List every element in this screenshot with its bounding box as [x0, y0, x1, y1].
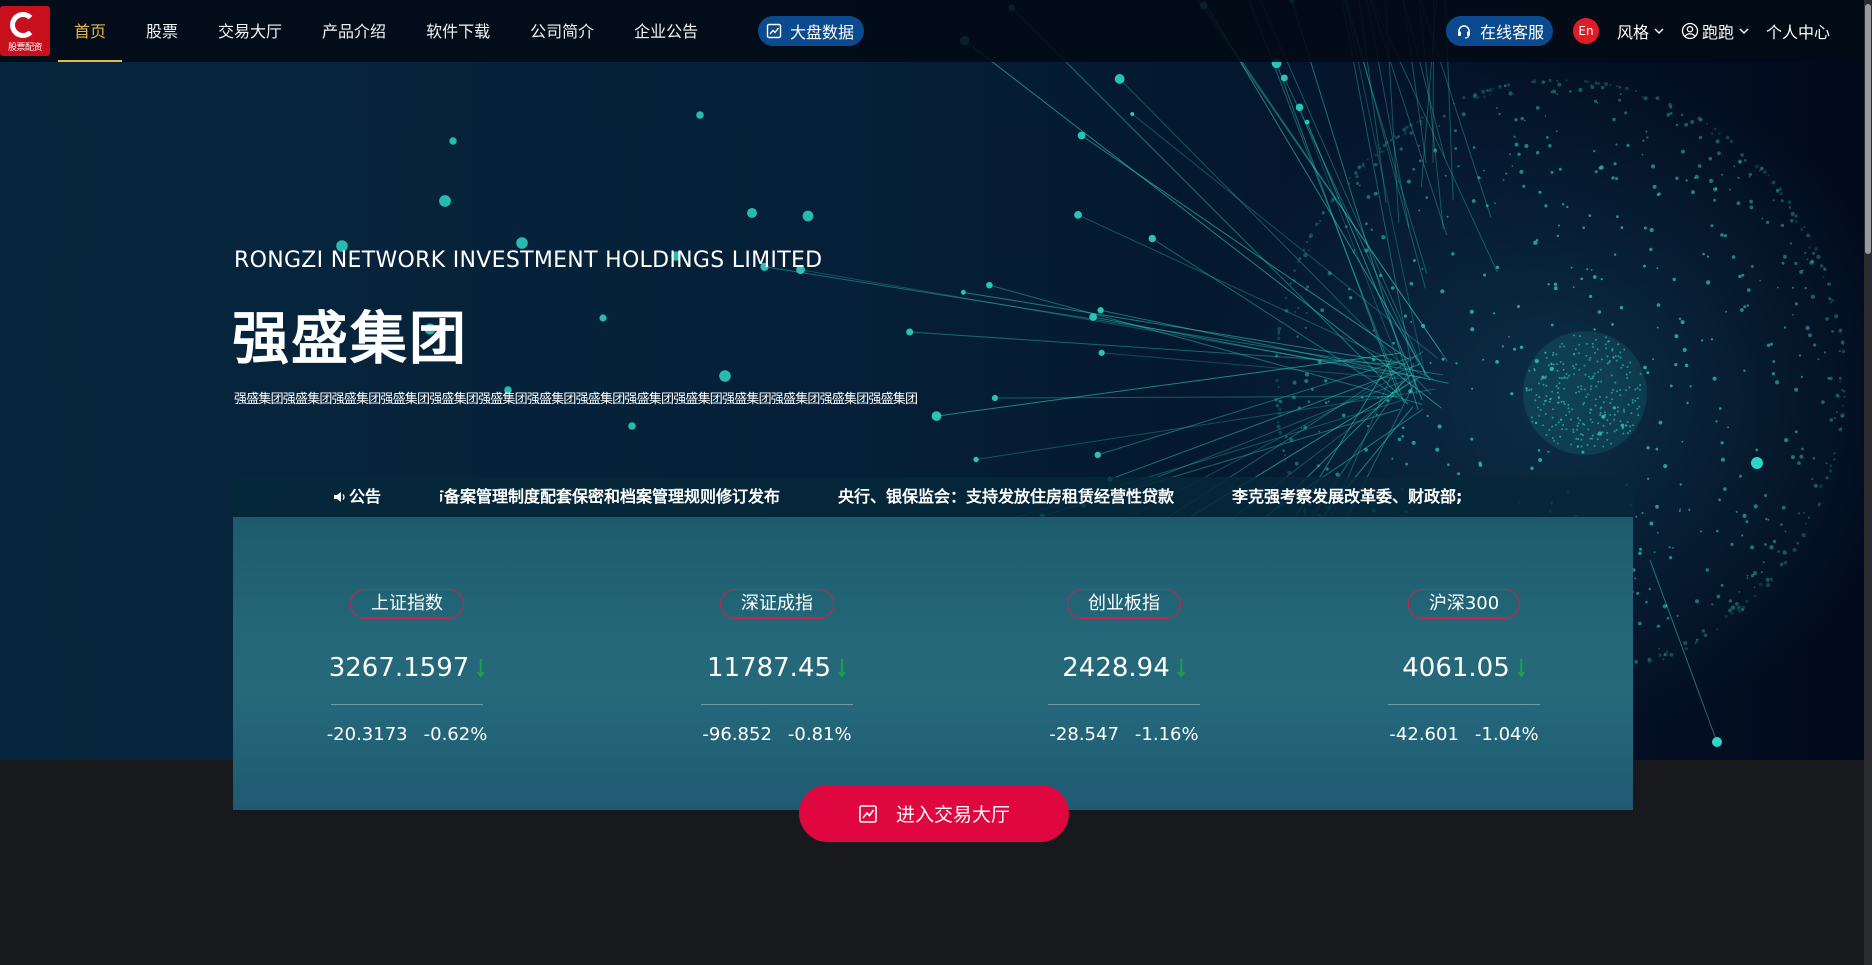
- arrow-down-icon: [1516, 659, 1525, 678]
- online-service-label: 在线客服: [1479, 23, 1544, 42]
- chart-trend-icon: [766, 23, 782, 39]
- nav-item-announcements[interactable]: 企业公告: [634, 0, 698, 62]
- index-value: 4061.05: [1402, 653, 1526, 683]
- nav-item-stocks[interactable]: 股票: [146, 0, 178, 62]
- page-scrollbar[interactable]: [1864, 0, 1872, 965]
- site-logo[interactable]: 股票配资: [0, 6, 50, 56]
- language-switch-button[interactable]: En: [1572, 18, 1599, 44]
- index-value-text: 4061.05: [1402, 653, 1510, 683]
- company-english-name: RONGZI NETWORK INVESTMENT HOLDINGS LIMIT…: [234, 248, 823, 273]
- nav-item-trading-hall[interactable]: 交易大厅: [218, 0, 282, 62]
- speaker-icon: [334, 492, 345, 502]
- announcement-ticker: 公告 上市备案管理制度配套保密和档案管理规则修订发布 央行、银保监会：支持发放住…: [233, 477, 1633, 517]
- logo-text: 股票配资: [7, 43, 43, 53]
- index-change-value: -20.3173: [326, 724, 408, 745]
- nav-item-products[interactable]: 产品介绍: [322, 0, 386, 62]
- index-divider: [1048, 704, 1200, 705]
- index-change-value: -28.547: [1049, 724, 1119, 745]
- personal-center-link[interactable]: 个人中心: [1766, 19, 1830, 43]
- index-divider: [1388, 704, 1540, 705]
- nav-item-software-download[interactable]: 软件下载: [426, 0, 490, 62]
- index-value: 3267.1597: [329, 653, 486, 683]
- arrow-down-icon: [1176, 659, 1185, 678]
- ticker-item[interactable]: 上市备案管理制度配套保密和档案管理规则修订发布: [440, 477, 780, 517]
- company-chinese-name: 强盛集团: [232, 306, 468, 372]
- index-change-percent: -0.81%: [787, 724, 852, 745]
- online-service-button[interactable]: 在线客服: [1445, 16, 1553, 46]
- enter-trading-hall-button[interactable]: 进入交易大厅: [799, 785, 1069, 842]
- index-name-badge: 沪深300: [1407, 589, 1521, 619]
- index-change-value: -96.852: [702, 724, 772, 745]
- index-change: -96.852 -0.81%: [702, 724, 851, 745]
- ticker-label: 公告: [333, 477, 381, 517]
- header-right-actions: 在线客服 En 风格 跑跑 个人中心: [1445, 0, 1830, 62]
- nav-item-home[interactable]: 首页: [57, 0, 123, 62]
- market-indices-panel: 上证指数 3267.1597 -20.3173 -0.62% 深证成指 11787…: [233, 517, 1633, 810]
- top-navigation-bar: 股票配资 首页 股票 交易大厅 产品介绍 软件下载 公司简介 企业公告 大盘数据…: [0, 0, 1872, 62]
- nav-item-company-profile[interactable]: 公司简介: [530, 0, 594, 62]
- index-value: 2428.94: [1062, 653, 1186, 683]
- index-name-badge: 创业板指: [1067, 589, 1181, 619]
- enter-trading-hall-label: 进入交易大厅: [895, 804, 1010, 826]
- main-nav: 首页 股票 交易大厅 产品介绍 软件下载 公司简介 企业公告: [57, 0, 738, 62]
- chevron-down-icon: [1739, 28, 1749, 34]
- index-change-value: -42.601: [1389, 724, 1459, 745]
- user-name: 跑跑: [1701, 23, 1734, 42]
- ticker-item[interactable]: 央行、银保监会：支持发放住房租赁经营性贷款: [838, 477, 1174, 517]
- index-divider: [331, 704, 483, 705]
- index-change: -42.601 -1.04%: [1389, 724, 1538, 745]
- index-value: 11787.45: [707, 653, 847, 683]
- ticker-viewport: 上市备案管理制度配套保密和档案管理规则修订发布 央行、银保监会：支持发放住房租赁…: [440, 477, 1520, 517]
- index-value-text: 3267.1597: [328, 653, 470, 683]
- index-change: -20.3173 -0.62%: [327, 724, 488, 745]
- headset-icon: [1457, 25, 1470, 39]
- index-change-percent: -0.62%: [423, 724, 488, 745]
- ticker-label-text: 公告: [349, 487, 382, 506]
- style-dropdown[interactable]: 风格: [1617, 19, 1665, 43]
- index-name-badge: 上证指数: [350, 589, 464, 619]
- logo-ring-icon: [10, 12, 36, 38]
- index-value-text: 2428.94: [1062, 653, 1170, 683]
- index-value-text: 11787.45: [706, 653, 832, 683]
- user-avatar-icon: [1681, 22, 1699, 40]
- ticker-item[interactable]: 李克强考察发展改革委、财政部;: [1232, 477, 1462, 517]
- arrow-down-icon: [476, 659, 485, 678]
- hero-tagline: 强盛集团强盛集团强盛集团强盛集团强盛集团强盛集团强盛集团强盛集团强盛集团强盛集团…: [234, 392, 918, 407]
- big-data-label: 大盘数据: [790, 23, 855, 42]
- index-change-percent: -1.04%: [1474, 724, 1539, 745]
- chevron-down-icon: [1654, 28, 1664, 34]
- ticker-track: 上市备案管理制度配套保密和档案管理规则修订发布 央行、银保监会：支持发放住房租赁…: [440, 477, 1520, 517]
- style-label: 风格: [1616, 23, 1649, 42]
- index-change-percent: -1.16%: [1134, 724, 1199, 745]
- chart-trend-icon: [859, 804, 877, 823]
- arrow-down-icon: [838, 659, 846, 678]
- user-dropdown[interactable]: 跑跑: [1681, 19, 1750, 43]
- index-divider: [701, 704, 853, 705]
- big-data-button[interactable]: 大盘数据: [758, 16, 865, 46]
- scrollbar-thumb[interactable]: [1865, 4, 1871, 254]
- index-name-badge: 深证成指: [720, 589, 834, 619]
- index-change: -28.547 -1.16%: [1049, 724, 1198, 745]
